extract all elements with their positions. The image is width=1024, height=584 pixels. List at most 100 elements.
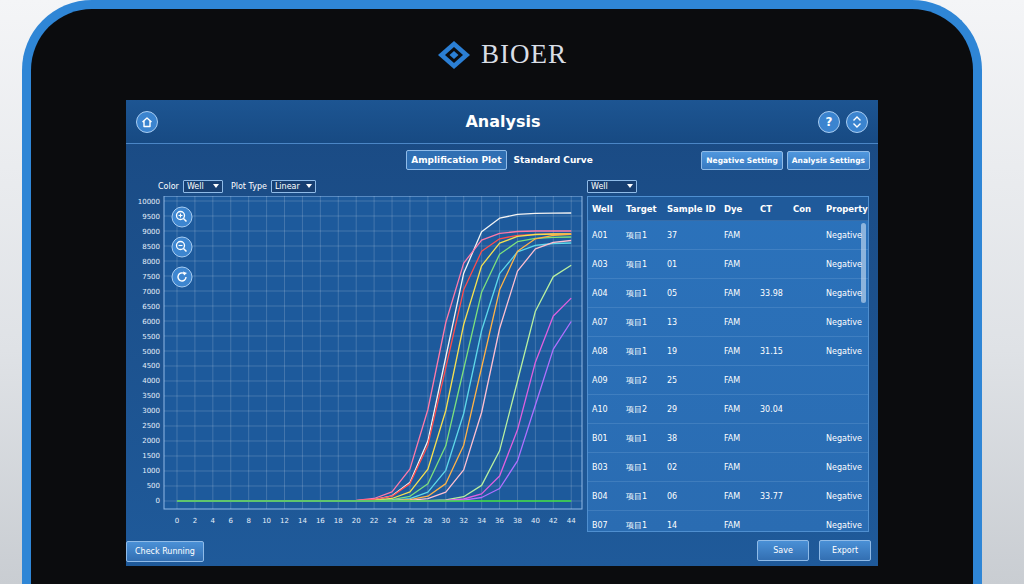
tab[interactable]: Amplification Plot	[406, 150, 506, 170]
y-tick: 6000	[142, 318, 160, 326]
table-row[interactable]: A04项目105FAM33.98Negative	[588, 279, 868, 308]
brand-logo: BIOER	[437, 9, 567, 100]
table-cell: Negative	[822, 463, 868, 472]
dropdown-value: Linear	[275, 182, 300, 191]
y-tick: 7000	[142, 288, 160, 296]
grid-line	[164, 216, 582, 217]
grid-line	[356, 196, 357, 509]
table-cell: 37	[663, 231, 720, 240]
table-cell: 33.77	[756, 492, 789, 501]
dropdown[interactable]: Linear	[271, 180, 316, 193]
grid-line	[194, 196, 195, 509]
grid-line	[320, 196, 321, 509]
table-cell: 38	[663, 434, 720, 443]
y-tick: 6500	[142, 303, 160, 311]
action-button[interactable]: Negative Setting	[701, 151, 782, 170]
table-cell: A04	[588, 289, 622, 298]
table-cell: A08	[588, 347, 622, 356]
results-table: WellTargetSample IDDyeCTConPropertyA01项目…	[587, 196, 869, 532]
table-row[interactable]: B04项目106FAM33.77Negative	[588, 482, 868, 511]
table-cell: 25	[663, 376, 720, 385]
footer-button[interactable]: Export	[819, 540, 871, 561]
zoom-in-button[interactable]	[172, 207, 192, 227]
table-row[interactable]: A03项目101FAMNegative	[588, 250, 868, 279]
grid-line	[212, 196, 213, 509]
table-row[interactable]: B07项目114FAMNegative	[588, 511, 868, 532]
grid-line	[302, 196, 303, 509]
table-cell: A10	[588, 405, 622, 414]
x-tick: 26	[406, 517, 415, 525]
home-button[interactable]	[136, 111, 158, 133]
control-label: Plot Type	[231, 182, 267, 191]
table-cell: Negative	[822, 521, 868, 530]
main-area: ColorWellPlot TypeLinear0500100015002000…	[126, 176, 878, 534]
y-tick: 1500	[142, 452, 160, 460]
footer-right: Save Export	[757, 540, 871, 561]
caret-icon	[213, 184, 219, 188]
x-tick: 36	[495, 517, 504, 525]
table-cell: 02	[663, 463, 720, 472]
table-cell: A03	[588, 260, 622, 269]
dropdown[interactable]: Well	[183, 180, 223, 193]
table-row[interactable]: A07项目113FAMNegative	[588, 308, 868, 337]
table-cell: 29	[663, 405, 720, 414]
amplification-curve	[177, 241, 571, 502]
x-tick: 32	[459, 517, 468, 525]
grid-line	[164, 321, 582, 322]
page: BIOERAnalysis?Amplification PlotStandard…	[0, 0, 1024, 584]
tab[interactable]: Standard Curve	[509, 150, 598, 170]
y-tick: 9000	[142, 228, 160, 236]
check-running-button[interactable]: Check Running	[126, 541, 204, 562]
x-tick: 22	[370, 517, 379, 525]
column-header: Well	[588, 204, 622, 214]
plot-control: ColorWell	[158, 180, 223, 193]
y-tick: 10000	[138, 198, 160, 206]
refresh-icon	[178, 272, 187, 281]
caret-icon	[306, 184, 312, 188]
device-bezel: BIOERAnalysis?Amplification PlotStandard…	[22, 0, 982, 584]
table-row[interactable]: B03项目102FAMNegative	[588, 453, 868, 482]
filter-dropdown[interactable]: Well	[587, 180, 637, 193]
grid-line	[535, 196, 536, 509]
table-cell: 19	[663, 347, 720, 356]
table-cell: Negative	[822, 434, 868, 443]
grid-line	[164, 395, 582, 396]
table-cell: 项目2	[622, 375, 663, 386]
footer-button[interactable]: Save	[757, 540, 809, 561]
grid-line	[164, 246, 582, 247]
table-row[interactable]: A01项目137FAMNegative	[588, 221, 868, 250]
grid-line	[164, 485, 582, 486]
table-row[interactable]: A08项目119FAM31.15Negative	[588, 337, 868, 366]
tab-row: Amplification PlotStandard CurveNegative…	[126, 144, 878, 176]
table-cell: 30.04	[756, 405, 789, 414]
table-cell: 项目1	[622, 288, 663, 299]
table-cell: Negative	[822, 492, 868, 501]
x-tick: 18	[334, 517, 343, 525]
action-button[interactable]: Analysis Settings	[787, 151, 870, 170]
tab-list: Amplification PlotStandard Curve	[406, 150, 598, 170]
help-button[interactable]: ?	[818, 111, 840, 133]
table-cell: FAM	[720, 434, 756, 443]
table-cell: 33.98	[756, 289, 789, 298]
table-cell: 项目1	[622, 491, 663, 502]
grid-line	[164, 336, 582, 337]
grid-line	[164, 410, 582, 411]
table-cell: 项目1	[622, 462, 663, 473]
zoom-in-icon	[177, 212, 187, 222]
x-tick: 20	[352, 517, 361, 525]
grid-line	[248, 196, 249, 509]
table-row[interactable]: A10项目229FAM30.04	[588, 395, 868, 424]
reset-zoom-button[interactable]	[172, 267, 192, 287]
table-row[interactable]: B01项目138FAMNegative	[588, 424, 868, 453]
scrollbar[interactable]	[861, 223, 866, 303]
x-tick: 10	[262, 517, 271, 525]
collapse-button[interactable]	[846, 111, 868, 133]
action-buttons: Negative Setting Analysis Settings	[598, 151, 870, 170]
table-cell: FAM	[720, 347, 756, 356]
table-row[interactable]: A09项目225FAM	[588, 366, 868, 395]
filter-row: Well	[587, 176, 869, 196]
table-cell: FAM	[720, 405, 756, 414]
table-cell: 项目1	[622, 520, 663, 531]
x-tick: 28	[423, 517, 432, 525]
zoom-out-button[interactable]	[172, 237, 192, 257]
